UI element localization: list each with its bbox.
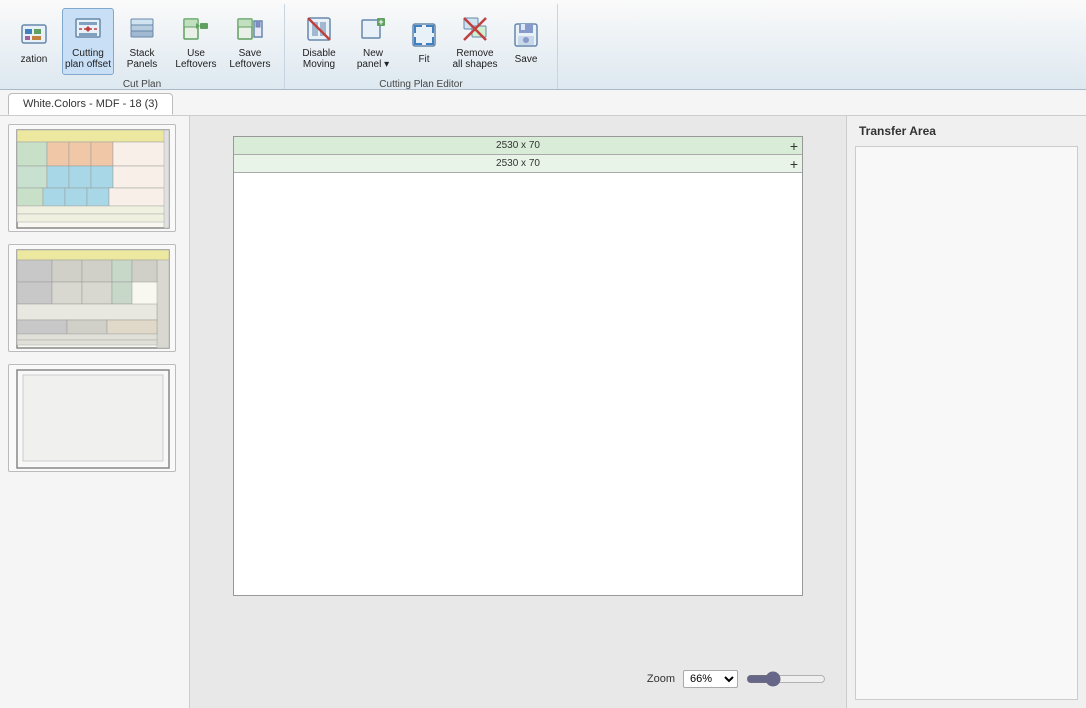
svg-text:+: + [378,17,383,27]
strip2-add-button[interactable]: + [790,157,798,171]
thumb-svg-3 [9,365,176,472]
zoom-bar: Zoom 50% 66% 75% 100% 150% [647,670,826,688]
disable-moving-label: Disable Moving [296,48,342,70]
right-panel: Transfer Area [846,116,1086,708]
zoom-slider[interactable] [746,671,826,687]
optimization-button[interactable]: zation [8,12,60,72]
tabbar: White.Colors - MDF - 18 (3) [0,90,1086,116]
disable-moving-button[interactable]: Disable Moving [293,8,345,75]
cut-plan-buttons: zation Cutting plan offset [6,4,278,79]
transfer-area-title: Transfer Area [847,116,1086,146]
editor-buttons: Disable Moving + New panel ▾ [291,4,551,79]
toolbar-group-editor: Disable Moving + New panel ▾ [285,4,558,89]
stack-panels-label: Stack Panels [119,48,165,70]
strip1-add-button[interactable]: + [790,139,798,153]
editor-group-label: Cutting Plan Editor [379,79,462,93]
center-area: 2530 x 70 + 2530 x 70 + Zoom 50% 66% 75%… [190,116,846,708]
new-panel-button[interactable]: + New panel ▾ [347,8,399,75]
plan-thumb-2[interactable] [8,244,176,352]
thumb-canvas-3 [9,365,175,471]
use-leftovers-label: Use Leftovers [173,48,219,70]
save-button[interactable]: Save [503,12,549,72]
cut-strip-2: 2530 x 70 + [234,155,802,173]
new-panel-label: New panel ▾ [350,48,396,70]
plan-thumb-3[interactable] [8,364,176,472]
thumb-svg-1 [9,125,176,232]
remove-all-shapes-button[interactable]: Remove all shapes [449,8,501,75]
main-area: 2530 x 70 + 2530 x 70 + Zoom 50% 66% 75%… [0,116,1086,708]
fit-button[interactable]: Fit [401,12,447,72]
strip1-label: 2530 x 70 [496,140,540,151]
thumb-svg-2 [9,245,176,352]
remove-all-shapes-label: Remove all shapes [452,48,498,70]
strip2-label: 2530 x 70 [496,158,540,169]
transfer-area-content [855,146,1078,700]
cutting-plan-offset-button[interactable]: Cutting plan offset [62,8,114,75]
zoom-select[interactable]: 50% 66% 75% 100% 150% [683,670,738,688]
thumb-canvas-1 [9,125,175,231]
toolbar-group-cut-plan: zation Cutting plan offset [0,4,285,89]
fit-label: Fit [418,54,429,65]
save-leftovers-label: Save Leftovers [227,48,273,70]
save-leftovers-button[interactable]: Save Leftovers [224,8,276,75]
cut-strip-1: 2530 x 70 + [234,137,802,155]
cutting-plan-offset-label: Cutting plan offset [65,48,111,70]
stack-panels-button[interactable]: Stack Panels [116,8,168,75]
save-label: Save [515,54,538,65]
plan-thumb-1[interactable] [8,124,176,232]
cut-plan-group-label: Cut Plan [123,79,161,93]
left-panel [0,116,190,708]
toolbar: zation Cutting plan offset [0,0,1086,90]
optimization-label: zation [21,54,48,65]
thumb-canvas-2 [9,245,175,351]
main-tab[interactable]: White.Colors - MDF - 18 (3) [8,93,173,115]
zoom-label: Zoom [647,673,675,685]
use-leftovers-button[interactable]: Use Leftovers [170,8,222,75]
cutting-canvas: 2530 x 70 + 2530 x 70 + [233,136,803,596]
